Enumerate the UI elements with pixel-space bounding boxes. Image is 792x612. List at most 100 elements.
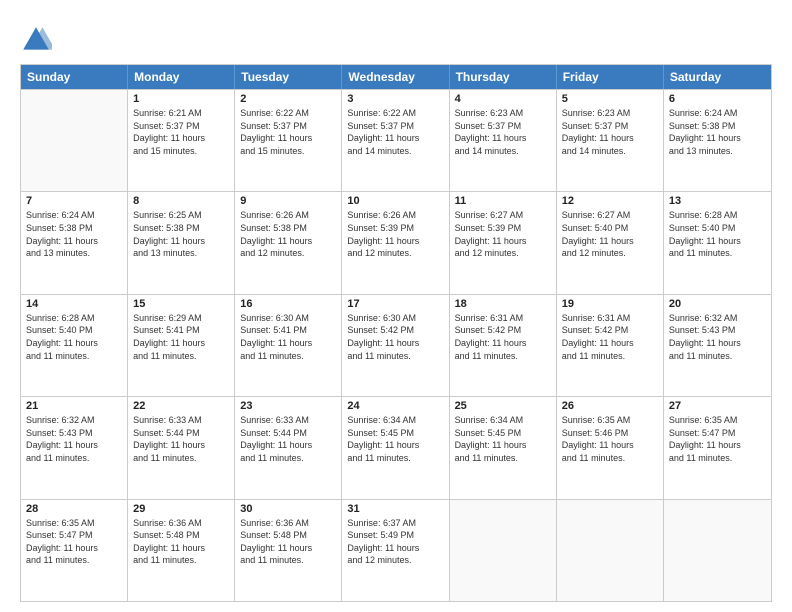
daylight-text: Daylight: 11 hours <box>455 132 551 145</box>
day-number: 14 <box>26 298 122 310</box>
daylight-text: Daylight: 11 hours <box>133 235 229 248</box>
daylight-text: Daylight: 11 hours <box>240 337 336 350</box>
daylight-text: Daylight: 11 hours <box>133 132 229 145</box>
sunrise-text: Sunrise: 6:32 AM <box>669 312 766 325</box>
daylight-text-cont: and 11 minutes. <box>240 554 336 567</box>
daylight-text: Daylight: 11 hours <box>240 542 336 555</box>
logo <box>20 24 56 56</box>
day-number: 31 <box>347 503 443 515</box>
daylight-text: Daylight: 11 hours <box>133 542 229 555</box>
sunrise-text: Sunrise: 6:28 AM <box>26 312 122 325</box>
daylight-text-cont: and 11 minutes. <box>133 452 229 465</box>
daylight-text-cont: and 11 minutes. <box>347 452 443 465</box>
calendar-cell: 14Sunrise: 6:28 AMSunset: 5:40 PMDayligh… <box>21 295 128 396</box>
day-number: 1 <box>133 93 229 105</box>
sunrise-text: Sunrise: 6:37 AM <box>347 517 443 530</box>
sunset-text: Sunset: 5:38 PM <box>26 222 122 235</box>
sunrise-text: Sunrise: 6:21 AM <box>133 107 229 120</box>
calendar-row: 7Sunrise: 6:24 AMSunset: 5:38 PMDaylight… <box>21 191 771 293</box>
sunset-text: Sunset: 5:48 PM <box>133 529 229 542</box>
sunset-text: Sunset: 5:38 PM <box>669 120 766 133</box>
day-number: 5 <box>562 93 658 105</box>
day-number: 15 <box>133 298 229 310</box>
cal-header-cell: Thursday <box>450 65 557 89</box>
sunrise-text: Sunrise: 6:31 AM <box>455 312 551 325</box>
daylight-text-cont: and 11 minutes. <box>455 452 551 465</box>
sunset-text: Sunset: 5:47 PM <box>669 427 766 440</box>
sunrise-text: Sunrise: 6:23 AM <box>562 107 658 120</box>
daylight-text: Daylight: 11 hours <box>347 132 443 145</box>
calendar-cell: 30Sunrise: 6:36 AMSunset: 5:48 PMDayligh… <box>235 500 342 601</box>
cal-header-cell: Tuesday <box>235 65 342 89</box>
sunrise-text: Sunrise: 6:36 AM <box>133 517 229 530</box>
sunrise-text: Sunrise: 6:36 AM <box>240 517 336 530</box>
day-number: 18 <box>455 298 551 310</box>
calendar-body: 1 Sunrise: 6:21 AM Sunset: 5:37 PM Daylight… <box>21 89 771 601</box>
calendar-cell: 17Sunrise: 6:30 AMSunset: 5:42 PMDayligh… <box>342 295 449 396</box>
daylight-text: Daylight: 11 hours <box>240 132 336 145</box>
sunrise-text: Sunrise: 6:23 AM <box>455 107 551 120</box>
calendar-cell: 29Sunrise: 6:36 AMSunset: 5:48 PMDayligh… <box>128 500 235 601</box>
daylight-text: Daylight: 11 hours <box>347 235 443 248</box>
sunrise-text: Sunrise: 6:22 AM <box>240 107 336 120</box>
header <box>20 20 772 56</box>
cal-header-cell: Friday <box>557 65 664 89</box>
daylight-text-cont: and 11 minutes. <box>240 350 336 363</box>
daylight-text: Daylight: 11 hours <box>669 235 766 248</box>
day-number: 20 <box>669 298 766 310</box>
sunset-text: Sunset: 5:41 PM <box>240 324 336 337</box>
calendar-row: 28Sunrise: 6:35 AMSunset: 5:47 PMDayligh… <box>21 499 771 601</box>
sunrise-text: Sunrise: 6:33 AM <box>133 414 229 427</box>
sunset-text: Sunset: 5:47 PM <box>26 529 122 542</box>
sunset-text: Sunset: 5:41 PM <box>133 324 229 337</box>
daylight-text: Daylight: 11 hours <box>455 439 551 452</box>
calendar-cell: 16Sunrise: 6:30 AMSunset: 5:41 PMDayligh… <box>235 295 342 396</box>
daylight-text-cont: and 11 minutes. <box>669 247 766 260</box>
daylight-text-cont: and 11 minutes. <box>669 350 766 363</box>
day-number: 23 <box>240 400 336 412</box>
daylight-text: Daylight: 11 hours <box>26 337 122 350</box>
day-number: 24 <box>347 400 443 412</box>
day-number: 19 <box>562 298 658 310</box>
calendar-row: 21 Sunrise: 6:32 AMSunset: 5:43 PM Dayligh… <box>21 396 771 498</box>
sunrise-text: Sunrise: 6:31 AM <box>562 312 658 325</box>
daylight-text: Daylight: 11 hours <box>669 337 766 350</box>
daylight-text: Daylight: 11 hours <box>562 337 658 350</box>
daylight-text: Daylight: 11 hours <box>562 439 658 452</box>
daylight-text: Daylight: 11 hours <box>455 337 551 350</box>
daylight-text-cont: and 14 minutes. <box>562 145 658 158</box>
daylight-text-cont: and 11 minutes. <box>455 350 551 363</box>
calendar-cell: 5Sunrise: 6:23 AMSunset: 5:37 PMDaylight… <box>557 90 664 191</box>
sunset-text: Sunset: 5:37 PM <box>562 120 658 133</box>
sunset-text: Sunset: 5:43 PM <box>26 427 122 440</box>
sunrise-text: Sunrise: 6:33 AM <box>240 414 336 427</box>
calendar-cell: 23Sunrise: 6:33 AMSunset: 5:44 PMDayligh… <box>235 397 342 498</box>
calendar-cell: 9Sunrise: 6:26 AMSunset: 5:38 PMDaylight… <box>235 192 342 293</box>
day-number: 8 <box>133 195 229 207</box>
day-number: 27 <box>669 400 766 412</box>
sunset-text: Sunset: 5:46 PM <box>562 427 658 440</box>
daylight-text: Daylight: 11 hours <box>240 439 336 452</box>
day-number: 11 <box>455 195 551 207</box>
sunset-text: Sunset: 5:44 PM <box>133 427 229 440</box>
sunrise-text: Sunrise: 6:32 AM <box>26 414 122 427</box>
calendar-row: 1 Sunrise: 6:21 AM Sunset: 5:37 PM Daylight… <box>21 89 771 191</box>
day-number: 28 <box>26 503 122 515</box>
sunrise-text: Sunrise: 6:29 AM <box>133 312 229 325</box>
cal-header-cell: Saturday <box>664 65 771 89</box>
day-number: 7 <box>26 195 122 207</box>
calendar-cell <box>664 500 771 601</box>
calendar-cell: 19Sunrise: 6:31 AMSunset: 5:42 PMDayligh… <box>557 295 664 396</box>
calendar-cell: 4Sunrise: 6:23 AMSunset: 5:37 PMDaylight… <box>450 90 557 191</box>
sunrise-text: Sunrise: 6:26 AM <box>347 209 443 222</box>
day-number: 3 <box>347 93 443 105</box>
sunrise-text: Sunrise: 6:27 AM <box>562 209 658 222</box>
sunrise-text: Sunrise: 6:30 AM <box>347 312 443 325</box>
day-number: 17 <box>347 298 443 310</box>
cal-header-cell: Wednesday <box>342 65 449 89</box>
daylight-text: Daylight: 11 hours <box>455 235 551 248</box>
calendar-cell: 13Sunrise: 6:28 AMSunset: 5:40 PMDayligh… <box>664 192 771 293</box>
day-number: 21 <box>26 400 122 412</box>
calendar-cell: 1Sunrise: 6:21 AMSunset: 5:37 PMDaylight… <box>128 90 235 191</box>
day-number: 12 <box>562 195 658 207</box>
